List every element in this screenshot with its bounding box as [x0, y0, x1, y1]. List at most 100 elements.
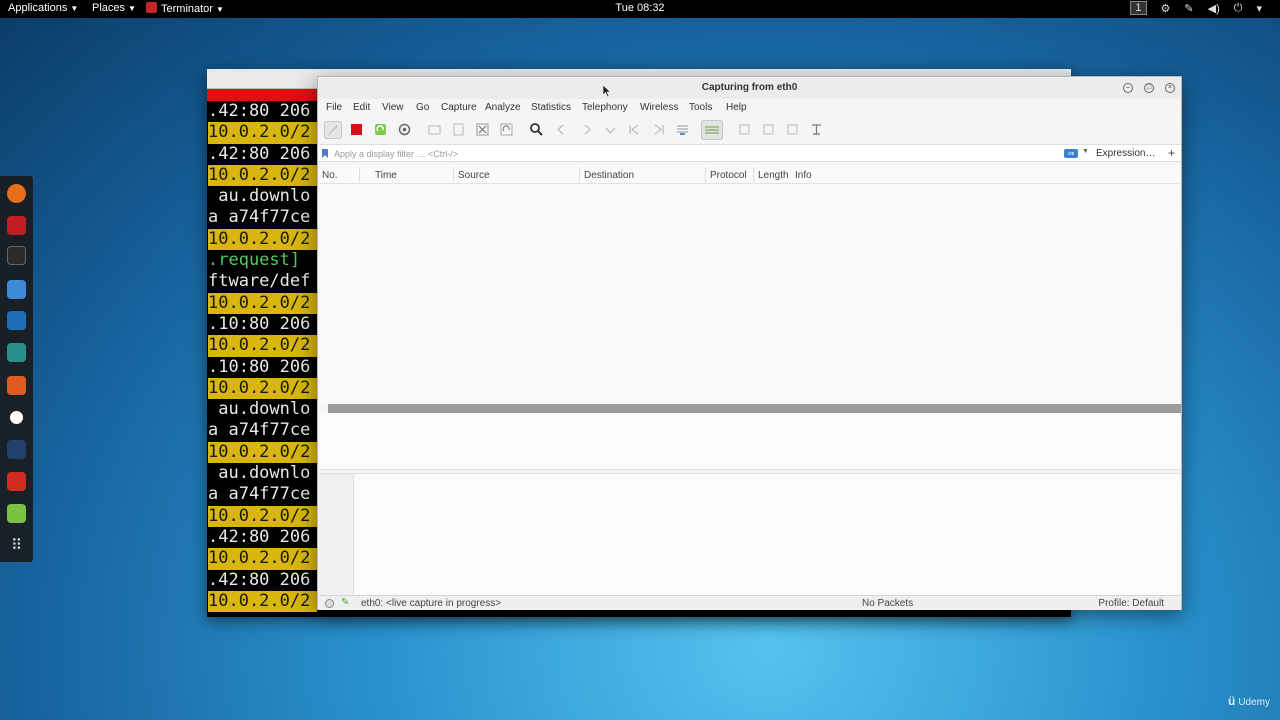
terminal-icon[interactable]: [7, 246, 26, 265]
terminal-line: 10.0.2.0/2: [208, 548, 317, 570]
column-time[interactable]: Time: [375, 170, 397, 181]
menu-help[interactable]: Help: [726, 102, 747, 113]
resize-columns-icon[interactable]: [809, 122, 824, 137]
power-icon[interactable]: ⏻: [1234, 2, 1243, 15]
column-divider[interactable]: [705, 167, 706, 182]
armitage-icon[interactable]: [7, 408, 26, 427]
add-filter-button[interactable]: +: [1168, 146, 1175, 160]
apply-filter-icon[interactable]: ⇒: [1064, 149, 1078, 158]
terminal-line: .42:80 206: [208, 569, 311, 590]
menu-bar: File Edit View Go Capture Analyze Statis…: [318, 99, 1181, 117]
packet-details-pane[interactable]: [319, 413, 1181, 470]
zoom-in-icon[interactable]: [737, 122, 752, 137]
menu-file[interactable]: File: [326, 102, 342, 113]
terminal-line: 10.0.2.0/2: [208, 164, 317, 187]
stop-capture-icon[interactable]: [349, 122, 364, 137]
app-grid-icon[interactable]: ⠿: [7, 536, 26, 555]
maximize-icon[interactable]: □: [1144, 83, 1154, 93]
colorize-icon[interactable]: [701, 120, 723, 140]
terminal-line: 10.0.2.0/2: [208, 122, 317, 144]
go-forward-icon[interactable]: [579, 122, 594, 137]
flashbang-icon[interactable]: [7, 472, 26, 491]
column-info[interactable]: Info: [795, 170, 812, 181]
capture-status: eth0: <live capture in progress>: [361, 598, 502, 609]
terminal-line: 10.0.2.0/2: [208, 377, 317, 400]
files-icon[interactable]: [7, 280, 26, 299]
menu-go[interactable]: Go: [416, 102, 429, 113]
udemy-watermark: ü Udemy: [1228, 694, 1270, 708]
terminal-line: 10.0.2.0/2: [208, 292, 317, 314]
close-file-icon[interactable]: [475, 122, 490, 137]
find-packet-icon[interactable]: [529, 122, 544, 137]
packet-list[interactable]: [319, 184, 1181, 404]
chevron-down-icon[interactable]: ▾: [1256, 2, 1262, 15]
packet-bytes-pane[interactable]: [319, 473, 1181, 596]
save-file-icon[interactable]: [451, 122, 466, 137]
column-destination[interactable]: Destination: [584, 170, 634, 181]
faraday-icon[interactable]: [7, 440, 26, 459]
workspace-indicator[interactable]: 1: [1130, 1, 1147, 15]
column-protocol[interactable]: Protocol: [710, 170, 747, 181]
menu-wireless[interactable]: Wireless: [640, 102, 678, 113]
expression-button[interactable]: Expression…: [1096, 148, 1155, 159]
close-icon[interactable]: ×: [1165, 83, 1175, 93]
menu-tools[interactable]: Tools: [689, 102, 712, 113]
column-source[interactable]: Source: [458, 170, 490, 181]
terminal-line: .42:80 206: [208, 143, 311, 164]
beef-icon[interactable]: [7, 343, 26, 362]
pen-icon[interactable]: ✎: [1184, 2, 1193, 15]
leafpad-icon[interactable]: [7, 504, 26, 523]
column-divider[interactable]: [579, 167, 580, 182]
terminal-line: a a74f77ce: [208, 207, 311, 228]
restart-capture-icon[interactable]: [373, 122, 388, 137]
metasploit-icon[interactable]: [7, 216, 26, 235]
start-capture-icon[interactable]: [324, 121, 342, 139]
clock[interactable]: Tue 08:32: [0, 2, 1280, 14]
menu-statistics[interactable]: Statistics: [531, 102, 571, 113]
chevron-down-icon[interactable]: ▼: [1082, 148, 1089, 155]
menu-capture[interactable]: Capture: [441, 102, 477, 113]
normal-size-icon[interactable]: [785, 122, 800, 137]
first-packet-icon[interactable]: [627, 122, 642, 137]
menu-analyze[interactable]: Analyze: [485, 102, 521, 113]
reload-icon[interactable]: [499, 122, 514, 137]
open-file-icon[interactable]: [427, 122, 442, 137]
minimize-icon[interactable]: –: [1123, 83, 1133, 93]
firefox-icon[interactable]: [7, 184, 26, 203]
bytes-offset-column: [319, 474, 354, 596]
last-packet-icon[interactable]: [651, 122, 666, 137]
terminal-line: au.downlo: [208, 463, 311, 484]
terminal-line: .42:80 206: [208, 101, 311, 121]
column-no[interactable]: No.: [322, 170, 338, 181]
go-to-packet-icon[interactable]: [603, 122, 618, 137]
expert-info-icon[interactable]: [325, 599, 334, 608]
capture-comment-icon[interactable]: ✎: [341, 597, 349, 608]
wireshark-titlebar[interactable]: Capturing from eth0 – □ ×: [318, 77, 1181, 99]
menu-edit[interactable]: Edit: [353, 102, 370, 113]
autoscroll-icon[interactable]: [675, 122, 690, 137]
pane-splitter[interactable]: [328, 404, 1181, 413]
capture-options-icon[interactable]: [397, 122, 412, 137]
column-length[interactable]: Length: [758, 170, 789, 181]
display-filter-input[interactable]: [334, 147, 1064, 160]
bookmark-icon[interactable]: [322, 149, 328, 158]
maltego-icon[interactable]: [7, 311, 26, 330]
terminal-line: .42:80 206: [208, 526, 311, 547]
main-toolbar: [318, 117, 1181, 143]
volume-icon[interactable]: ◀): [1208, 2, 1220, 15]
go-back-icon[interactable]: [554, 122, 569, 137]
column-divider[interactable]: [453, 167, 454, 182]
zoom-out-icon[interactable]: [761, 122, 776, 137]
burpsuite-icon[interactable]: [7, 376, 26, 395]
profile-selector[interactable]: Profile: Default: [1098, 598, 1164, 609]
wireshark-window: Capturing from eth0 – □ × File Edit View…: [317, 76, 1182, 610]
udemy-logo-icon: ü: [1227, 694, 1236, 708]
terminal-line: au.downlo: [208, 186, 311, 207]
network-icon[interactable]: ⚙: [1161, 2, 1171, 15]
column-divider[interactable]: [753, 167, 754, 182]
packet-count: No Packets: [862, 598, 914, 609]
column-divider[interactable]: [359, 167, 360, 182]
menu-telephony[interactable]: Telephony: [582, 102, 628, 113]
terminal-line: 10.0.2.0/2: [208, 441, 317, 464]
menu-view[interactable]: View: [382, 102, 404, 113]
